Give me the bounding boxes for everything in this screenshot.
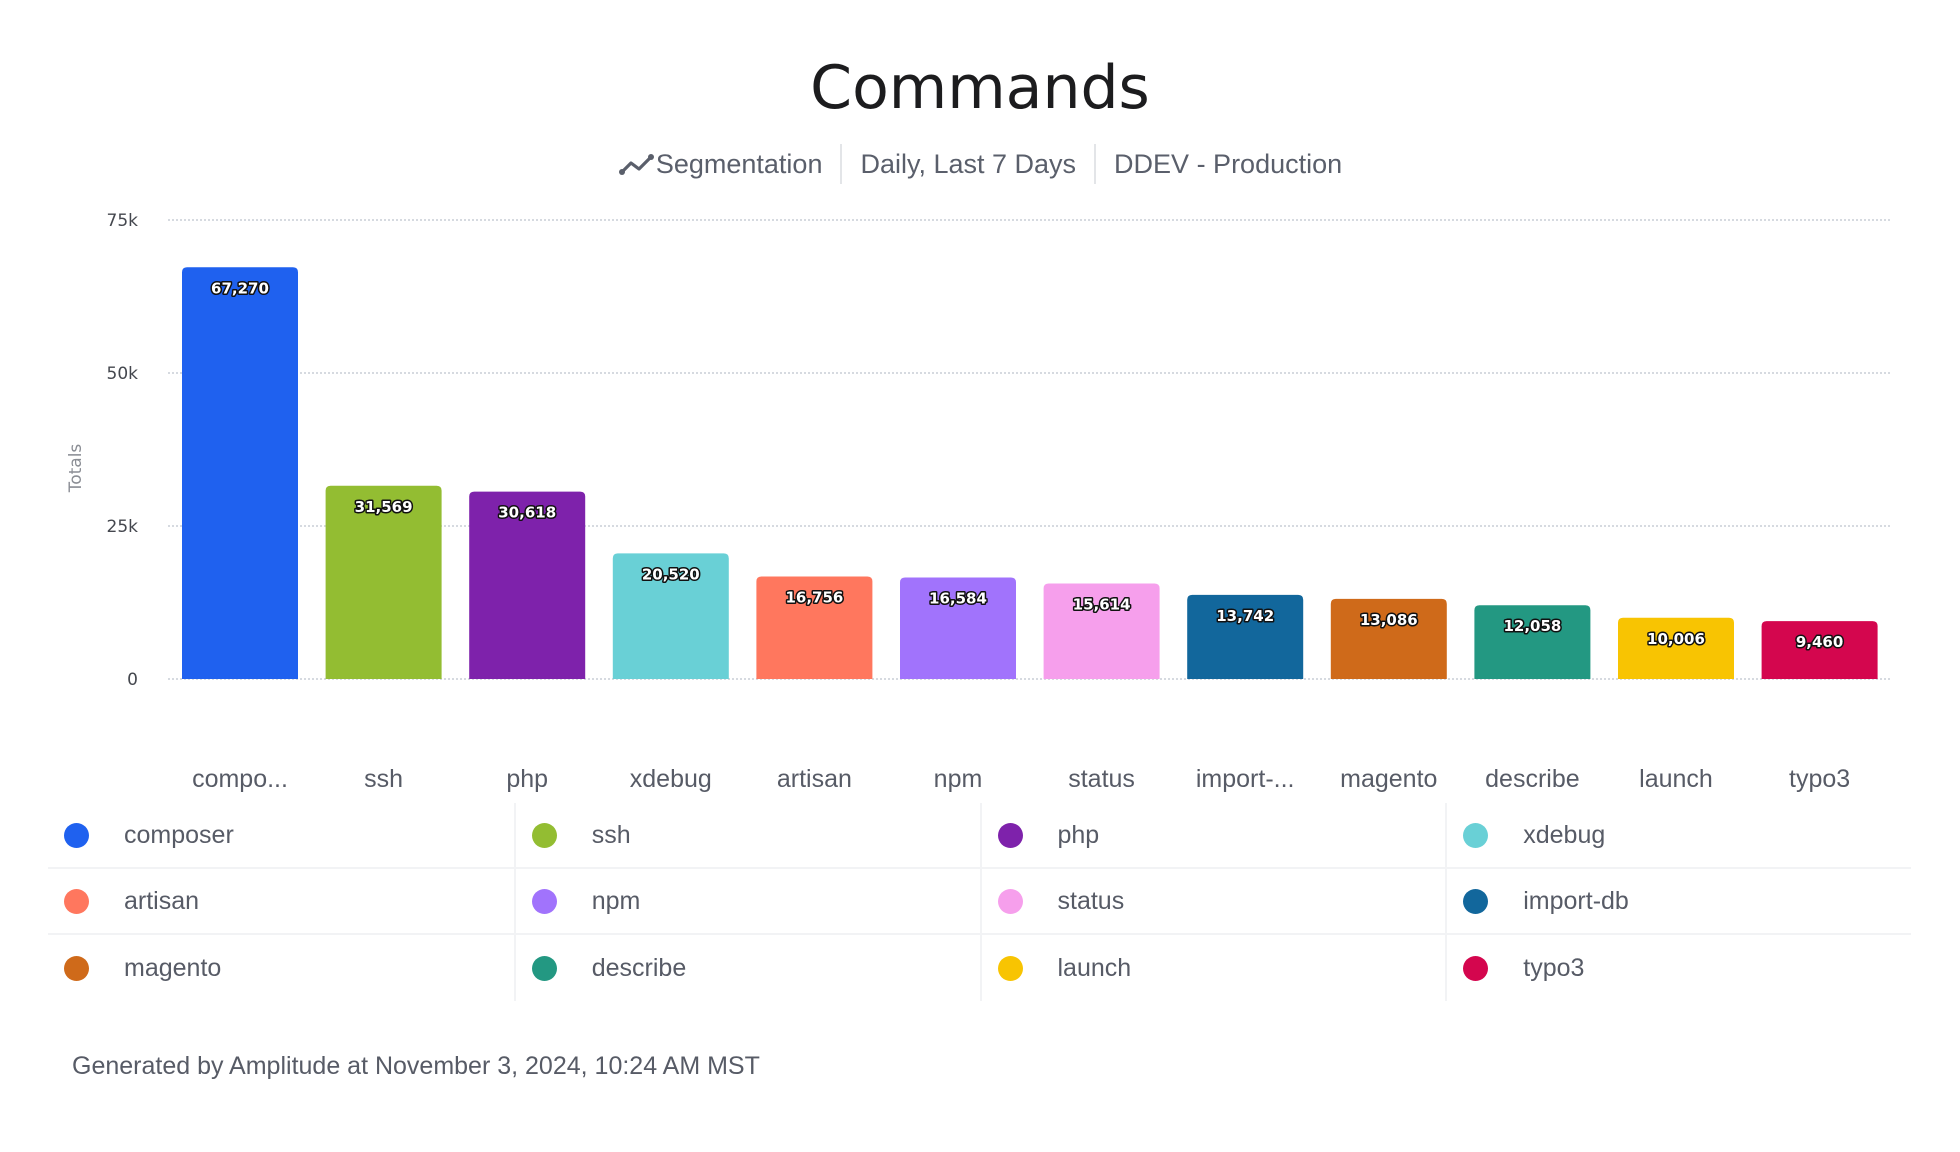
value-label: 15,614 — [1073, 595, 1131, 613]
legend-label: ssh — [591, 820, 631, 849]
legend-label: magento — [124, 953, 222, 982]
legend-item-xdebug[interactable]: xdebug — [1445, 803, 1911, 869]
legend-item-ssh[interactable]: ssh — [513, 803, 980, 869]
x-tick-label: import-... — [1196, 765, 1295, 793]
value-labels: 67,270 31,569 30,618 20,520 16,756 16,584 15,6… — [210, 278, 1845, 653]
legend-color-dot-icon — [64, 822, 89, 848]
x-tick-label: artisan — [777, 765, 852, 793]
legend-label: describe — [591, 953, 687, 982]
x-tick-label: php — [506, 765, 548, 793]
legend-item-php[interactable]: php — [979, 803, 1446, 869]
y-axis-ticks: 0 25k 50k 75k — [107, 211, 139, 690]
value-label: 20,520 — [642, 565, 700, 583]
x-tick-label: npm — [934, 765, 983, 793]
legend-item-typo3[interactable]: typo3 — [1445, 935, 1911, 1001]
legend-item-npm[interactable]: npm — [513, 869, 980, 935]
x-tick-label: typo3 — [1789, 765, 1850, 793]
x-tick-label: ssh — [364, 765, 403, 793]
legend-color-dot-icon — [997, 822, 1023, 848]
value-label: 10,006 — [1647, 630, 1705, 648]
legend-color-dot-icon — [64, 955, 89, 981]
value-label: 16,584 — [929, 590, 987, 608]
bar-composer[interactable] — [182, 267, 298, 679]
legend-label: launch — [1057, 953, 1132, 982]
legend-item-composer[interactable]: composer — [48, 803, 514, 869]
legend-color-dot-icon — [1463, 888, 1489, 914]
value-label: 30,618 — [498, 504, 556, 522]
value-label: 31,569 — [355, 498, 413, 516]
legend-label: artisan — [124, 886, 200, 915]
x-tick-label: compo... — [192, 765, 288, 793]
legend-item-describe[interactable]: describe — [513, 935, 980, 1001]
legend: composer ssh php xdebug artisan npm status impo… — [48, 803, 1911, 1001]
footer-generated-text: Generated by Amplitude at November 3, 20… — [72, 1052, 760, 1080]
legend-item-status[interactable]: status — [979, 869, 1446, 935]
value-label: 13,086 — [1360, 611, 1418, 629]
x-axis-ticks: compo... ssh php xdebug artisan npm status impo… — [192, 765, 1850, 793]
legend-label: import-db — [1523, 886, 1629, 915]
legend-label: status — [1057, 886, 1125, 915]
value-label: 9,460 — [1796, 633, 1843, 651]
x-tick-label: describe — [1485, 765, 1580, 793]
legend-item-artisan[interactable]: artisan — [48, 869, 514, 935]
bar-chart: 0 25k 50k 75k Totals 67,270 31,569 30,618 20,5… — [66, 211, 1890, 793]
legend-label: php — [1057, 820, 1100, 849]
value-label: 13,742 — [1216, 607, 1274, 625]
y-axis-label: Totals — [66, 444, 86, 494]
value-label: 16,756 — [785, 588, 843, 606]
x-tick-label: xdebug — [630, 765, 712, 793]
legend-item-launch[interactable]: launch — [979, 935, 1446, 1001]
legend-label: xdebug — [1523, 820, 1606, 849]
legend-label: npm — [591, 886, 641, 915]
value-label: 12,058 — [1503, 617, 1561, 635]
legend-color-dot-icon — [64, 888, 89, 914]
legend-color-dot-icon — [531, 822, 557, 848]
legend-color-dot-icon — [997, 888, 1023, 914]
legend-color-dot-icon — [1463, 822, 1489, 848]
bar-launch[interactable] — [1618, 617, 1734, 679]
legend-label: typo3 — [1523, 953, 1585, 982]
bars — [182, 267, 1878, 679]
legend-item-import-db[interactable]: import-db — [1445, 869, 1911, 935]
legend-color-dot-icon — [1463, 955, 1489, 981]
legend-label: composer — [124, 820, 234, 849]
y-tick-label: 75k — [107, 211, 139, 231]
value-label: 67,270 — [211, 279, 269, 297]
y-tick-label: 50k — [107, 364, 139, 384]
x-tick-label: status — [1068, 765, 1135, 793]
y-tick-label: 25k — [107, 517, 139, 537]
x-tick-label: magento — [1340, 765, 1437, 793]
legend-color-dot-icon — [531, 888, 557, 914]
legend-color-dot-icon — [531, 955, 557, 981]
legend-item-magento[interactable]: magento — [48, 935, 514, 1001]
legend-color-dot-icon — [997, 955, 1023, 981]
x-tick-label: launch — [1639, 765, 1713, 793]
y-tick-label: 0 — [127, 670, 138, 690]
